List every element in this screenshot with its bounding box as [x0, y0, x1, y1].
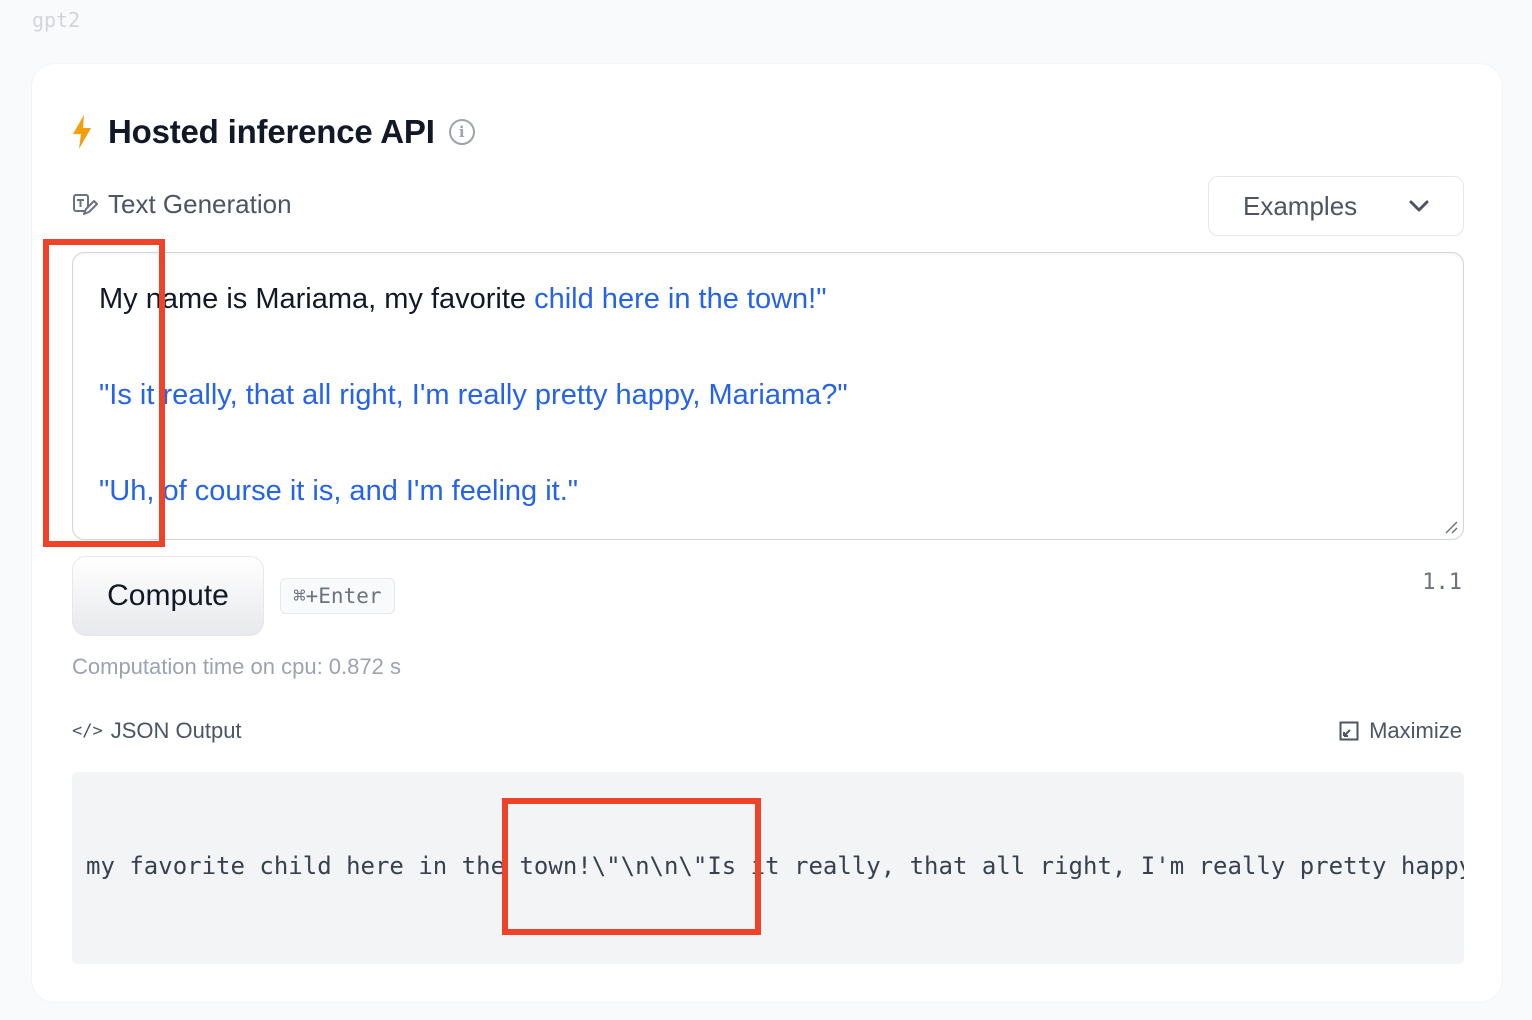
examples-dropdown[interactable]: Examples	[1208, 176, 1464, 236]
prompt-textarea[interactable]: My name is Mariama, my favorite child he…	[72, 252, 1464, 540]
textarea-line-1: My name is Mariama, my favorite child he…	[99, 275, 1437, 323]
generated-text-2: "Is it really, that all right, I'm reall…	[99, 379, 848, 411]
maximize-label: Maximize	[1369, 718, 1462, 743]
widget-header: Hosted inference API i	[70, 112, 475, 152]
model-name: gpt2	[32, 8, 81, 32]
code-icon: </>	[72, 721, 103, 741]
json-output-text: my favorite child here in the town!\"\n\…	[86, 852, 1464, 880]
task-label: Text Generation	[108, 189, 292, 219]
widget-title: Hosted inference API	[108, 113, 435, 150]
generated-text-1: child here in the town!"	[534, 283, 827, 315]
generated-text-3: "Uh, of course it is, and I'm feeling it…	[99, 475, 579, 507]
chevron-down-icon	[1409, 200, 1429, 212]
text-generation-icon	[73, 193, 98, 215]
widget-version: 1.1	[1422, 570, 1462, 595]
task-indicator: Text Generation	[72, 189, 292, 220]
maximize-button[interactable]: Maximize	[1339, 718, 1462, 744]
json-output-toggle[interactable]: </> JSON Output	[72, 718, 242, 744]
maximize-icon	[1339, 721, 1359, 741]
json-output-box[interactable]: my favorite child here in the town!\"\n\…	[72, 772, 1464, 964]
examples-label: Examples	[1243, 190, 1358, 221]
info-icon[interactable]: i	[448, 119, 475, 145]
lightning-bolt-icon	[73, 115, 91, 149]
keyboard-shortcut: ⌘+Enter	[280, 578, 395, 614]
prompt-text: My name is Mariama, my favorite	[99, 283, 535, 315]
inference-widget: Hosted inference API i Text Generation E…	[31, 63, 1503, 1003]
resize-handle-icon[interactable]	[1443, 519, 1459, 535]
computation-time: Computation time on cpu: 0.872 s	[72, 654, 401, 679]
json-output-label: JSON Output	[110, 718, 242, 743]
compute-button[interactable]: Compute	[72, 556, 264, 636]
